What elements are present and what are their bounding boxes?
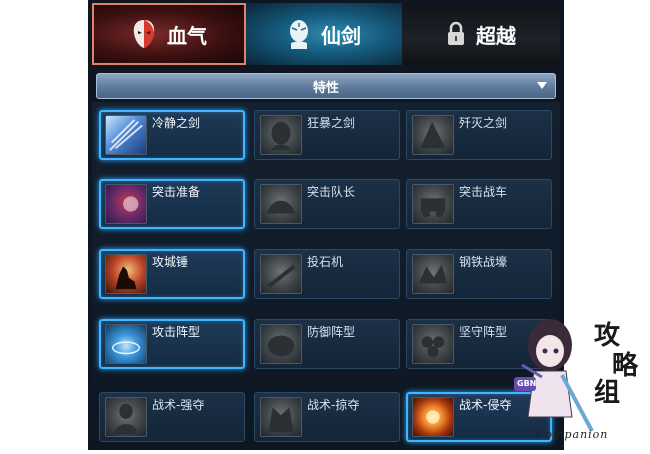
watermark-char-3: 组 xyxy=(594,378,621,408)
skill-label: 战术-侵夺 xyxy=(459,398,512,412)
wolf-howl-icon xyxy=(105,254,147,294)
skill-card-battering-ram[interactable]: 攻城锤 xyxy=(99,249,245,299)
assault-captain-icon xyxy=(260,184,302,224)
tactic-seize-icon xyxy=(105,397,147,437)
berserker-icon xyxy=(260,115,302,155)
skill-label: 突击准备 xyxy=(152,185,201,199)
tactic-invade-icon xyxy=(412,397,454,437)
skill-label: 坚守阵型 xyxy=(459,325,508,339)
annihilation-icon xyxy=(412,115,454,155)
tab-chaoyue[interactable]: 超越 xyxy=(402,3,560,65)
defense-formation-icon xyxy=(260,324,302,364)
skill-card-tactic-seize[interactable]: 战术-强夺 xyxy=(99,392,245,442)
hold-formation-icon xyxy=(412,324,454,364)
skill-card-iron-trench[interactable]: 钢铁战壕 xyxy=(406,249,552,299)
skill-label: 攻城锤 xyxy=(152,255,189,269)
assault-chariot-icon xyxy=(412,184,454,224)
attack-formation-icon xyxy=(105,324,147,364)
catapult-icon xyxy=(260,254,302,294)
mask-icon xyxy=(131,19,157,49)
watermark-text: Companion xyxy=(536,428,609,441)
tab-label: 仙剑 xyxy=(321,23,361,48)
skill-card-catapult[interactable]: 投石机 xyxy=(254,249,400,299)
skill-label: 冷静之剑 xyxy=(152,116,201,130)
skill-card-assault-chariot[interactable]: 突击战车 xyxy=(406,179,552,229)
trait-dropdown[interactable]: 特性 xyxy=(96,73,556,99)
skill-label: 投石机 xyxy=(307,255,344,269)
skill-label: 防御阵型 xyxy=(307,325,356,339)
skill-card-attack-formation[interactable]: 攻击阵型 xyxy=(99,319,245,369)
tactic-plunder-icon xyxy=(260,397,302,437)
skill-label: 突击队长 xyxy=(307,185,356,199)
skill-label: 狂暴之剑 xyxy=(307,116,356,130)
dropdown-arrow-icon xyxy=(537,82,547,89)
iron-trench-icon xyxy=(412,254,454,294)
tab-label: 血气 xyxy=(167,23,207,48)
skill-label: 歼灭之剑 xyxy=(459,116,508,130)
ice-sword-icon xyxy=(105,115,147,155)
spirit-face-icon xyxy=(287,19,311,49)
tab-label: 超越 xyxy=(476,23,516,48)
skill-card-tactic-plunder[interactable]: 战术-掠夺 xyxy=(254,392,400,442)
tab-xueqi[interactable]: 血气 xyxy=(92,3,246,65)
skill-label: 钢铁战壕 xyxy=(459,255,508,269)
skill-card-ice-sword[interactable]: 冷静之剑 xyxy=(99,110,245,160)
skill-label: 战术-掠夺 xyxy=(307,398,360,412)
trait-dropdown-label: 特性 xyxy=(312,80,339,96)
watermark-badge: GBN xyxy=(517,379,537,388)
skill-card-berserker-sword[interactable]: 狂暴之剑 xyxy=(254,110,400,160)
skill-card-defense-formation[interactable]: 防御阵型 xyxy=(254,319,400,369)
assault-prep-icon xyxy=(105,184,147,224)
skill-card-assault-captain[interactable]: 突击队长 xyxy=(254,179,400,229)
skill-card-assault-prep[interactable]: 突击准备 xyxy=(99,179,245,229)
skill-card-annihilation-sword[interactable]: 歼灭之剑 xyxy=(406,110,552,160)
tab-xianjian[interactable]: 仙剑 xyxy=(246,3,402,65)
lock-icon xyxy=(446,21,466,47)
skill-label: 战术-强夺 xyxy=(152,398,205,412)
skill-label: 攻击阵型 xyxy=(152,325,201,339)
skill-label: 突击战车 xyxy=(459,185,508,199)
